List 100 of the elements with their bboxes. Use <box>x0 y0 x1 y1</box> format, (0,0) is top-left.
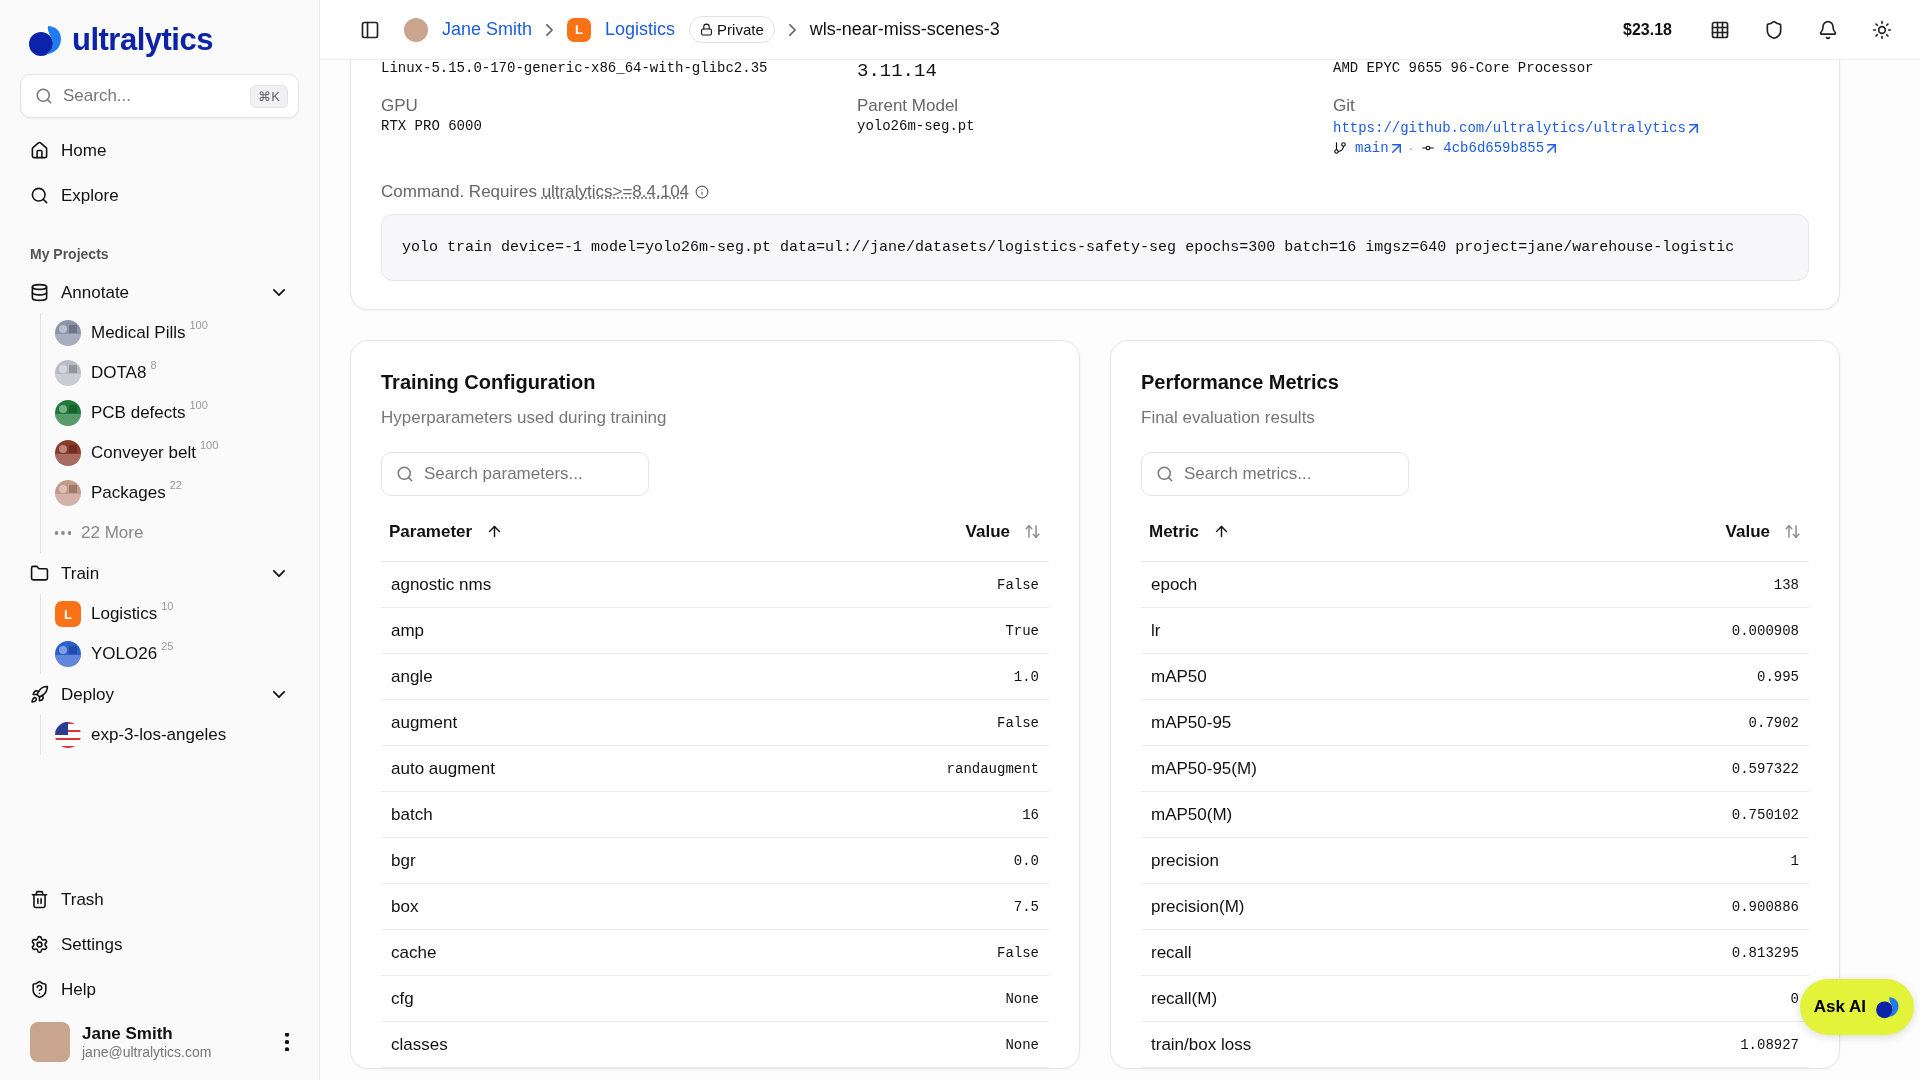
project-letter-icon: L <box>567 17 592 42</box>
field-label: GPU <box>381 96 419 116</box>
search-field[interactable]: Search metrics... <box>1141 452 1409 496</box>
sun-icon <box>1872 19 1892 40</box>
table-cell: mAP50-95(M) <box>1151 758 1257 779</box>
balance: $23.18 <box>1623 20 1672 39</box>
breadcrumb-link[interactable]: wls-near-miss-scenes-3 <box>809 19 1000 40</box>
field-label: Parent Model <box>857 96 960 116</box>
chevron-right-icon <box>788 23 796 36</box>
nav-group[interactable]: Deploy <box>20 674 299 715</box>
nav-item[interactable]: Settings <box>20 922 299 967</box>
project-item[interactable]: exp-3-los-angeles <box>55 715 299 755</box>
table-cell: True <box>1005 622 1039 639</box>
table-cell: precision <box>1151 850 1220 871</box>
sort-icon <box>1024 523 1041 540</box>
search-icon <box>396 465 414 483</box>
search-field[interactable]: Search... ⌘K <box>20 74 299 118</box>
project-letter-icon: L <box>55 601 81 627</box>
search-icon <box>1156 465 1174 483</box>
table-cell: None <box>1005 1036 1039 1053</box>
table-cell: batch <box>391 804 433 825</box>
settings-icon <box>30 935 49 954</box>
table-cell: agnostic nms <box>391 574 492 595</box>
table-cell: mAP50(M) <box>1151 804 1233 825</box>
info-icon <box>695 185 710 199</box>
table-cell: 16 <box>1022 806 1039 823</box>
field-value: Linux-5.15.0-170-generic-x86_64-with-glibc2.35 <box>381 60 769 76</box>
project-item[interactable]: L Logistics $^{10}$ <box>55 594 299 634</box>
more-link[interactable]: 22 More <box>55 513 299 553</box>
nav-group[interactable]: Annotate <box>20 272 299 313</box>
more-icon[interactable] <box>285 1033 289 1051</box>
separator: · <box>1408 140 1414 156</box>
project-item[interactable]: YOLO26 $^{25}$ <box>55 634 299 674</box>
brand-name: ultralytics <box>72 22 213 58</box>
project-item[interactable]: Packages $^{22}$ <box>55 473 299 513</box>
rocket-icon <box>30 685 49 704</box>
table-cell: False <box>997 944 1039 961</box>
breadcrumb-link[interactable]: Jane Smith <box>442 19 533 40</box>
table-cell: bgr <box>391 850 416 871</box>
table-cell: recall(M) <box>1151 988 1218 1009</box>
user-email: jane@ultralytics.com <box>82 1044 213 1060</box>
table-cell: auto augment <box>391 758 495 779</box>
table-cell: mAP50-95 <box>1151 712 1232 733</box>
nav-item[interactable]: Home <box>20 128 299 173</box>
shield-help-icon <box>30 980 49 999</box>
nav-item[interactable]: Explore <box>20 173 299 218</box>
command-label: Command. Requires ultralytics>=8.4.104 <box>381 182 690 202</box>
external-link-icon <box>1547 143 1557 153</box>
branch-link[interactable]: main <box>1355 140 1401 156</box>
column-header[interactable]: Value <box>965 521 1041 542</box>
breadcrumb-link[interactable]: Logistics <box>605 19 676 40</box>
search-field[interactable]: Search parameters... <box>381 452 649 496</box>
nav-item[interactable]: Trash <box>20 877 299 922</box>
field-value: AMD EPYC 9655 96-Core Processor <box>1333 60 1595 76</box>
nav-group[interactable]: Train <box>20 553 299 594</box>
shortcut-key: ⌘K <box>250 84 288 108</box>
table-cell: epoch <box>1151 574 1198 595</box>
table-cell: 0.995 <box>1757 668 1799 685</box>
avatar <box>30 1022 70 1062</box>
command-block: yolo train device=-1 model=yolo26m-seg.pt data=ul://jane/datasets/logistics-safety-seg epochs=300 batch=16 imgsz=640 project=jane/warehouse-logistic <box>381 214 1809 281</box>
section-title: My Projects <box>29 245 110 264</box>
external-link-icon <box>1391 143 1401 153</box>
table-cell: 138 <box>1773 576 1799 593</box>
shield-icon <box>1764 19 1784 40</box>
table-cell: 1.08927 <box>1740 1036 1799 1053</box>
project-item[interactable]: PCB defects $^{100}$ <box>55 393 299 433</box>
column-header[interactable]: Value <box>1725 521 1801 542</box>
project-item[interactable]: Medical Pills $^{100}$ <box>55 313 299 353</box>
search-icon <box>35 87 53 105</box>
field-label: Git <box>1333 96 1356 116</box>
commit-link[interactable]: 4cb6d659b855 <box>1443 140 1557 156</box>
table-cell: lr <box>1151 620 1161 641</box>
table-cell: 0.0 <box>1013 852 1039 869</box>
table-cell: False <box>997 714 1039 731</box>
search-icon <box>30 186 49 205</box>
table-cell: 0.750102 <box>1731 806 1799 823</box>
folder-icon <box>30 564 49 583</box>
table-cell: 0.7902 <box>1748 714 1799 731</box>
database-icon <box>30 283 49 302</box>
nav-item[interactable]: Help <box>20 967 299 1012</box>
table-cell: 0 <box>1790 990 1799 1007</box>
table-cell: cache <box>391 942 437 963</box>
sort-icon <box>1784 523 1801 540</box>
table-cell: 0.813295 <box>1731 944 1799 961</box>
project-item[interactable]: DOTA8 $^{8}$ <box>55 353 299 393</box>
project-item[interactable]: Conveyer belt $^{100}$ <box>55 433 299 473</box>
card-subtitle: Final evaluation results <box>1141 408 1316 428</box>
repo-link[interactable]: https://github.com/ultralytics/ultralytics <box>1333 120 1698 136</box>
bell-icon <box>1818 19 1838 40</box>
table-cell: train/box loss <box>1151 1034 1252 1055</box>
table-cell: 7.5 <box>1013 898 1039 915</box>
user-name: Jane Smith <box>82 1024 174 1044</box>
column-header[interactable]: Metric <box>1149 521 1231 542</box>
external-link-icon <box>1688 123 1698 133</box>
card-subtitle: Hyperparameters used during training <box>381 408 668 428</box>
lock-icon <box>700 23 714 36</box>
branch-icon <box>1333 141 1347 155</box>
table-cell: augment <box>391 712 458 733</box>
flag-icon <box>55 722 81 748</box>
column-header[interactable]: Parameter <box>389 521 504 542</box>
